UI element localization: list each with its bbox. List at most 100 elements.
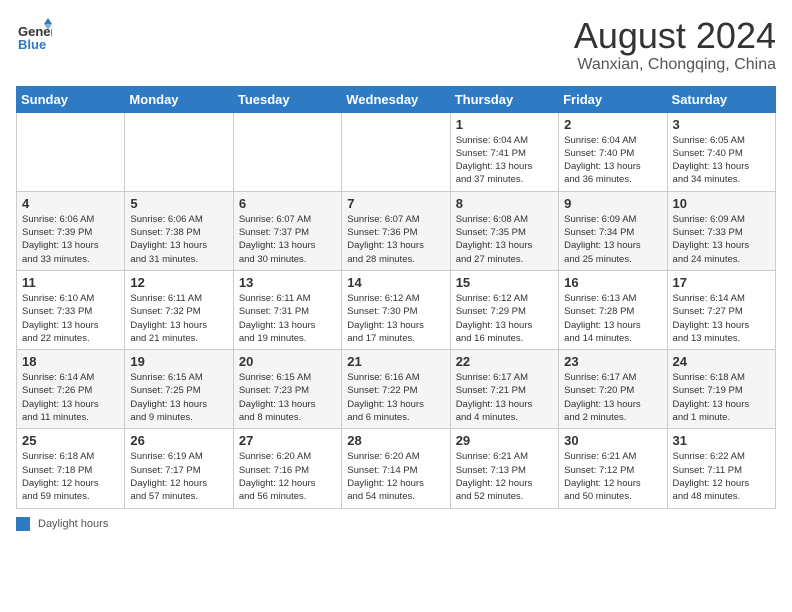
day-number: 25: [22, 433, 119, 448]
day-info: Sunrise: 6:05 AM Sunset: 7:40 PM Dayligh…: [673, 134, 770, 187]
calendar-cell-w3-d7: 17Sunrise: 6:14 AM Sunset: 7:27 PM Dayli…: [667, 270, 775, 349]
day-number: 31: [673, 433, 770, 448]
day-info: Sunrise: 6:13 AM Sunset: 7:28 PM Dayligh…: [564, 292, 661, 345]
day-info: Sunrise: 6:04 AM Sunset: 7:40 PM Dayligh…: [564, 134, 661, 187]
day-number: 20: [239, 354, 336, 369]
day-info: Sunrise: 6:09 AM Sunset: 7:33 PM Dayligh…: [673, 213, 770, 266]
day-info: Sunrise: 6:19 AM Sunset: 7:17 PM Dayligh…: [130, 450, 227, 503]
day-number: 24: [673, 354, 770, 369]
calendar-header-row: Sunday Monday Tuesday Wednesday Thursday…: [17, 86, 776, 112]
header-wednesday: Wednesday: [342, 86, 450, 112]
calendar-cell-w4-d3: 20 Sunrise: 6:15 AM Sunset: 7:23 PM Dayli…: [233, 350, 341, 429]
calendar-cell-w1-d5: 1 Sunrise: 6:04 AM Sunset: 7:41 PM Daylig…: [450, 112, 558, 191]
month-title: August 2024: [574, 16, 776, 56]
day-info: Sunrise: 6:09 AM Sunset: 7:34 PM Dayligh…: [564, 213, 661, 266]
day-number: 5: [130, 196, 227, 211]
calendar-cell-w5-d4: 28 Sunrise: 6:20 AM Sunset: 7:14 PM Dayli…: [342, 429, 450, 508]
calendar-cell-w5-d1: 25 Sunrise: 6:18 AM Sunset: 7:18 PM Dayli…: [17, 429, 125, 508]
calendar-week-1: 1 Sunrise: 6:04 AM Sunset: 7:41 PM Daylig…: [17, 112, 776, 191]
calendar-cell-w5-d2: 26 Sunrise: 6:19 AM Sunset: 7:17 PM Dayli…: [125, 429, 233, 508]
calendar-cell-w2-d3: 6 Sunrise: 6:07 AM Sunset: 7:37 PM Daylig…: [233, 191, 341, 270]
day-info: Sunrise: 6:15 AM Sunset: 7:25 PM Dayligh…: [130, 371, 227, 424]
calendar-cell-w5-d3: 27Sunrise: 6:20 AM Sunset: 7:16 PM Dayli…: [233, 429, 341, 508]
calendar-cell-w3-d2: 12 Sunrise: 6:11 AM Sunset: 7:32 PM Dayli…: [125, 270, 233, 349]
day-info: Sunrise: 6:20 AM Sunset: 7:16 PM Dayligh…: [239, 450, 336, 503]
calendar-cell-w3-d5: 15 Sunrise: 6:12 AM Sunset: 7:29 PM Dayli…: [450, 270, 558, 349]
day-number: 28: [347, 433, 444, 448]
daylight-label: Daylight hours: [38, 518, 108, 530]
calendar-cell-w2-d1: 4Sunrise: 6:06 AM Sunset: 7:39 PM Daylig…: [17, 191, 125, 270]
calendar-cell-w2-d2: 5Sunrise: 6:06 AM Sunset: 7:38 PM Daylig…: [125, 191, 233, 270]
calendar-week-5: 25 Sunrise: 6:18 AM Sunset: 7:18 PM Dayli…: [17, 429, 776, 508]
day-info: Sunrise: 6:18 AM Sunset: 7:18 PM Dayligh…: [22, 450, 119, 503]
day-number: 8: [456, 196, 553, 211]
calendar-cell-w3-d6: 16 Sunrise: 6:13 AM Sunset: 7:28 PM Dayli…: [559, 270, 667, 349]
calendar-cell-w3-d4: 14 Sunrise: 6:12 AM Sunset: 7:30 PM Dayli…: [342, 270, 450, 349]
day-number: 15: [456, 275, 553, 290]
header: General Blue August 2024 Wanxian, Chongq…: [16, 16, 776, 74]
day-number: 16: [564, 275, 661, 290]
day-info: Sunrise: 6:07 AM Sunset: 7:37 PM Dayligh…: [239, 213, 336, 266]
day-info: Sunrise: 6:20 AM Sunset: 7:14 PM Dayligh…: [347, 450, 444, 503]
day-number: 9: [564, 196, 661, 211]
calendar-cell-w3-d1: 11 Sunrise: 6:10 AM Sunset: 7:33 PM Dayli…: [17, 270, 125, 349]
header-tuesday: Tuesday: [233, 86, 341, 112]
day-info: Sunrise: 6:11 AM Sunset: 7:32 PM Dayligh…: [130, 292, 227, 345]
day-number: 14: [347, 275, 444, 290]
title-area: August 2024 Wanxian, Chongqing, China: [574, 16, 776, 74]
calendar-cell-w4-d6: 23Sunrise: 6:17 AM Sunset: 7:20 PM Dayli…: [559, 350, 667, 429]
calendar-cell-w1-d4: [342, 112, 450, 191]
header-thursday: Thursday: [450, 86, 558, 112]
day-number: 19: [130, 354, 227, 369]
day-number: 29: [456, 433, 553, 448]
day-number: 7: [347, 196, 444, 211]
day-number: 21: [347, 354, 444, 369]
day-number: 12: [130, 275, 227, 290]
day-info: Sunrise: 6:17 AM Sunset: 7:21 PM Dayligh…: [456, 371, 553, 424]
day-info: Sunrise: 6:18 AM Sunset: 7:19 PM Dayligh…: [673, 371, 770, 424]
calendar-cell-w1-d1: [17, 112, 125, 191]
header-saturday: Saturday: [667, 86, 775, 112]
calendar-cell-w1-d2: [125, 112, 233, 191]
day-info: Sunrise: 6:21 AM Sunset: 7:13 PM Dayligh…: [456, 450, 553, 503]
day-info: Sunrise: 6:15 AM Sunset: 7:23 PM Dayligh…: [239, 371, 336, 424]
calendar-cell-w4-d7: 24 Sunrise: 6:18 AM Sunset: 7:19 PM Dayli…: [667, 350, 775, 429]
calendar-week-4: 18 Sunrise: 6:14 AM Sunset: 7:26 PM Dayli…: [17, 350, 776, 429]
day-number: 3: [673, 117, 770, 132]
day-info: Sunrise: 6:14 AM Sunset: 7:27 PM Dayligh…: [673, 292, 770, 345]
header-friday: Friday: [559, 86, 667, 112]
day-info: Sunrise: 6:12 AM Sunset: 7:29 PM Dayligh…: [456, 292, 553, 345]
day-number: 11: [22, 275, 119, 290]
day-info: Sunrise: 6:08 AM Sunset: 7:35 PM Dayligh…: [456, 213, 553, 266]
day-info: Sunrise: 6:11 AM Sunset: 7:31 PM Dayligh…: [239, 292, 336, 345]
day-number: 2: [564, 117, 661, 132]
day-info: Sunrise: 6:07 AM Sunset: 7:36 PM Dayligh…: [347, 213, 444, 266]
day-number: 1: [456, 117, 553, 132]
calendar-cell-w4-d4: 21Sunrise: 6:16 AM Sunset: 7:22 PM Dayli…: [342, 350, 450, 429]
calendar-cell-w1-d6: 2 Sunrise: 6:04 AM Sunset: 7:40 PM Daylig…: [559, 112, 667, 191]
calendar-cell-w3-d3: 13 Sunrise: 6:11 AM Sunset: 7:31 PM Dayli…: [233, 270, 341, 349]
calendar-week-3: 11 Sunrise: 6:10 AM Sunset: 7:33 PM Dayli…: [17, 270, 776, 349]
day-info: Sunrise: 6:10 AM Sunset: 7:33 PM Dayligh…: [22, 292, 119, 345]
calendar-cell-w4-d1: 18 Sunrise: 6:14 AM Sunset: 7:26 PM Dayli…: [17, 350, 125, 429]
location-subtitle: Wanxian, Chongqing, China: [574, 56, 776, 74]
day-number: 10: [673, 196, 770, 211]
day-number: 4: [22, 196, 119, 211]
day-info: Sunrise: 6:12 AM Sunset: 7:30 PM Dayligh…: [347, 292, 444, 345]
calendar-cell-w5-d6: 30Sunrise: 6:21 AM Sunset: 7:12 PM Dayli…: [559, 429, 667, 508]
logo: General Blue: [16, 16, 52, 57]
day-number: 18: [22, 354, 119, 369]
day-number: 26: [130, 433, 227, 448]
calendar-cell-w2-d7: 10 Sunrise: 6:09 AM Sunset: 7:33 PM Dayli…: [667, 191, 775, 270]
day-number: 22: [456, 354, 553, 369]
header-monday: Monday: [125, 86, 233, 112]
calendar-cell-w1-d3: [233, 112, 341, 191]
day-number: 13: [239, 275, 336, 290]
day-number: 6: [239, 196, 336, 211]
calendar-cell-w4-d5: 22 Sunrise: 6:17 AM Sunset: 7:21 PM Dayli…: [450, 350, 558, 429]
calendar-cell-w2-d6: 9 Sunrise: 6:09 AM Sunset: 7:34 PM Daylig…: [559, 191, 667, 270]
day-info: Sunrise: 6:04 AM Sunset: 7:41 PM Dayligh…: [456, 134, 553, 187]
calendar-cell-w5-d7: 31Sunrise: 6:22 AM Sunset: 7:11 PM Dayli…: [667, 429, 775, 508]
day-info: Sunrise: 6:21 AM Sunset: 7:12 PM Dayligh…: [564, 450, 661, 503]
day-info: Sunrise: 6:14 AM Sunset: 7:26 PM Dayligh…: [22, 371, 119, 424]
